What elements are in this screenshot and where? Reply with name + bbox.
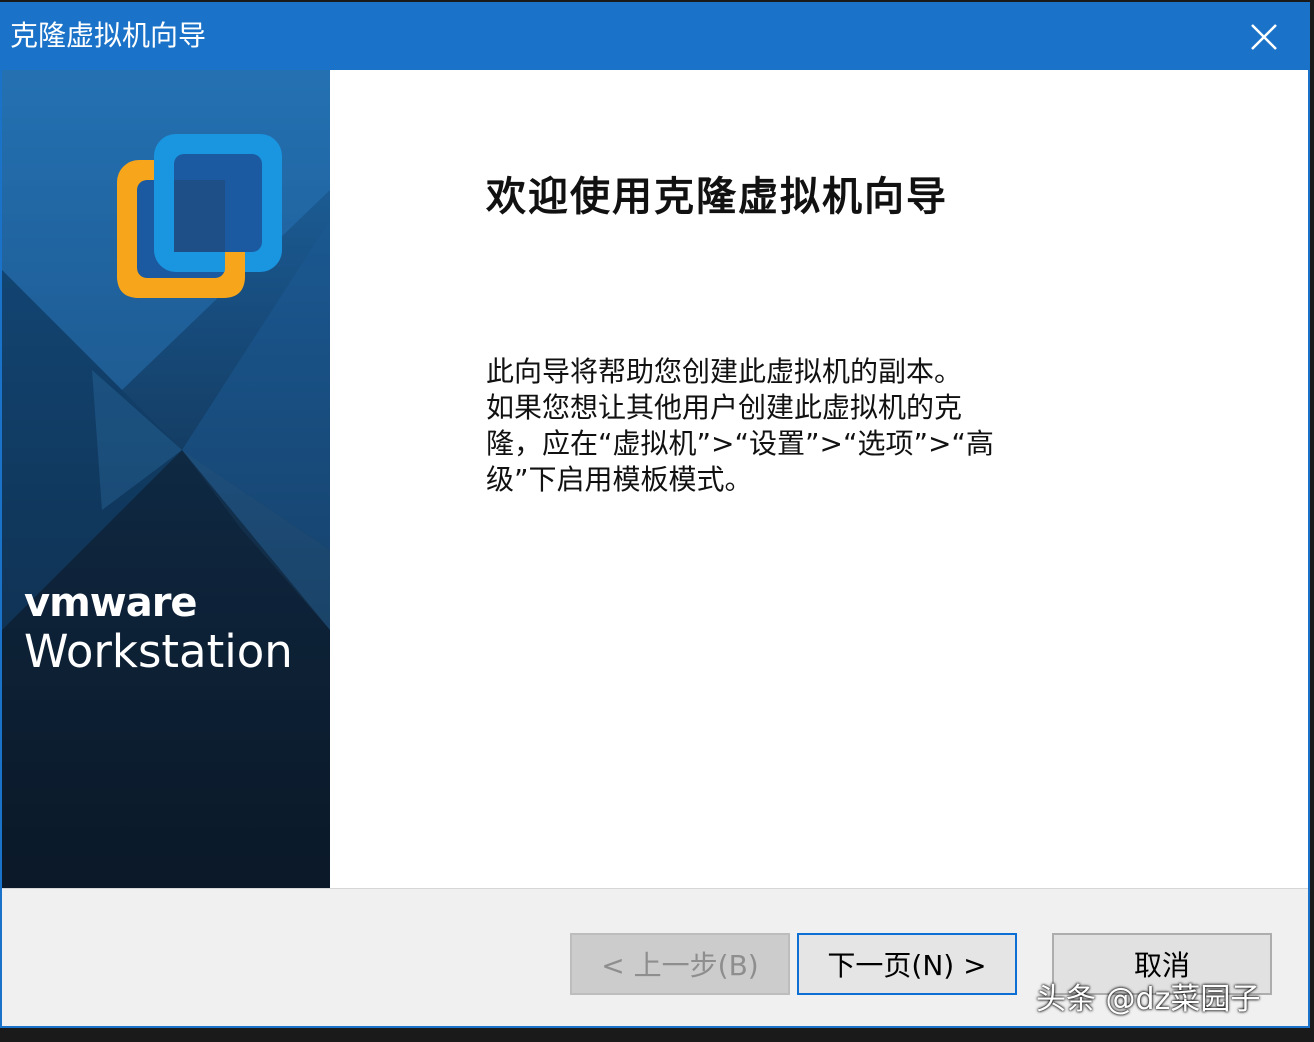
wizard-description: 此向导将帮助您创建此虚拟机的副本。 如果您想让其他用户创建此虚拟机的克 隆，应在… (486, 354, 1006, 498)
description-line: 级”下启用模板模式。 (486, 463, 753, 496)
clone-vm-wizard-window: 克隆虚拟机向导 vmware Workstation 欢迎使用克隆虚拟机向导 此… (0, 2, 1310, 1028)
next-button[interactable]: 下一页(N) > (797, 933, 1017, 995)
close-button[interactable] (1220, 4, 1308, 70)
wizard-sidebar-banner: vmware Workstation (2, 70, 330, 888)
product-name: Workstation (24, 625, 293, 678)
description-line: 如果您想让其他用户创建此虚拟机的克 (486, 391, 963, 424)
description-line: 此向导将帮助您创建此虚拟机的副本。 (486, 355, 963, 388)
wizard-heading: 欢迎使用克隆虚拟机向导 (486, 173, 948, 220)
title-bar: 克隆虚拟机向导 (2, 4, 1308, 70)
wizard-content: vmware Workstation 欢迎使用克隆虚拟机向导 此向导将帮助您创建… (2, 70, 1308, 888)
window-title: 克隆虚拟机向导 (10, 19, 207, 52)
description-line: 隆，应在“虚拟机”>“设置”>“选项”>“高 (486, 427, 994, 460)
back-button[interactable]: < 上一步(B) (570, 933, 790, 995)
close-icon (1251, 24, 1277, 50)
watermark-text: 头条 @dz菜园子 (1036, 982, 1261, 1017)
vmware-brand-text: vmware (24, 580, 198, 626)
vmware-logo-icon (117, 134, 282, 298)
